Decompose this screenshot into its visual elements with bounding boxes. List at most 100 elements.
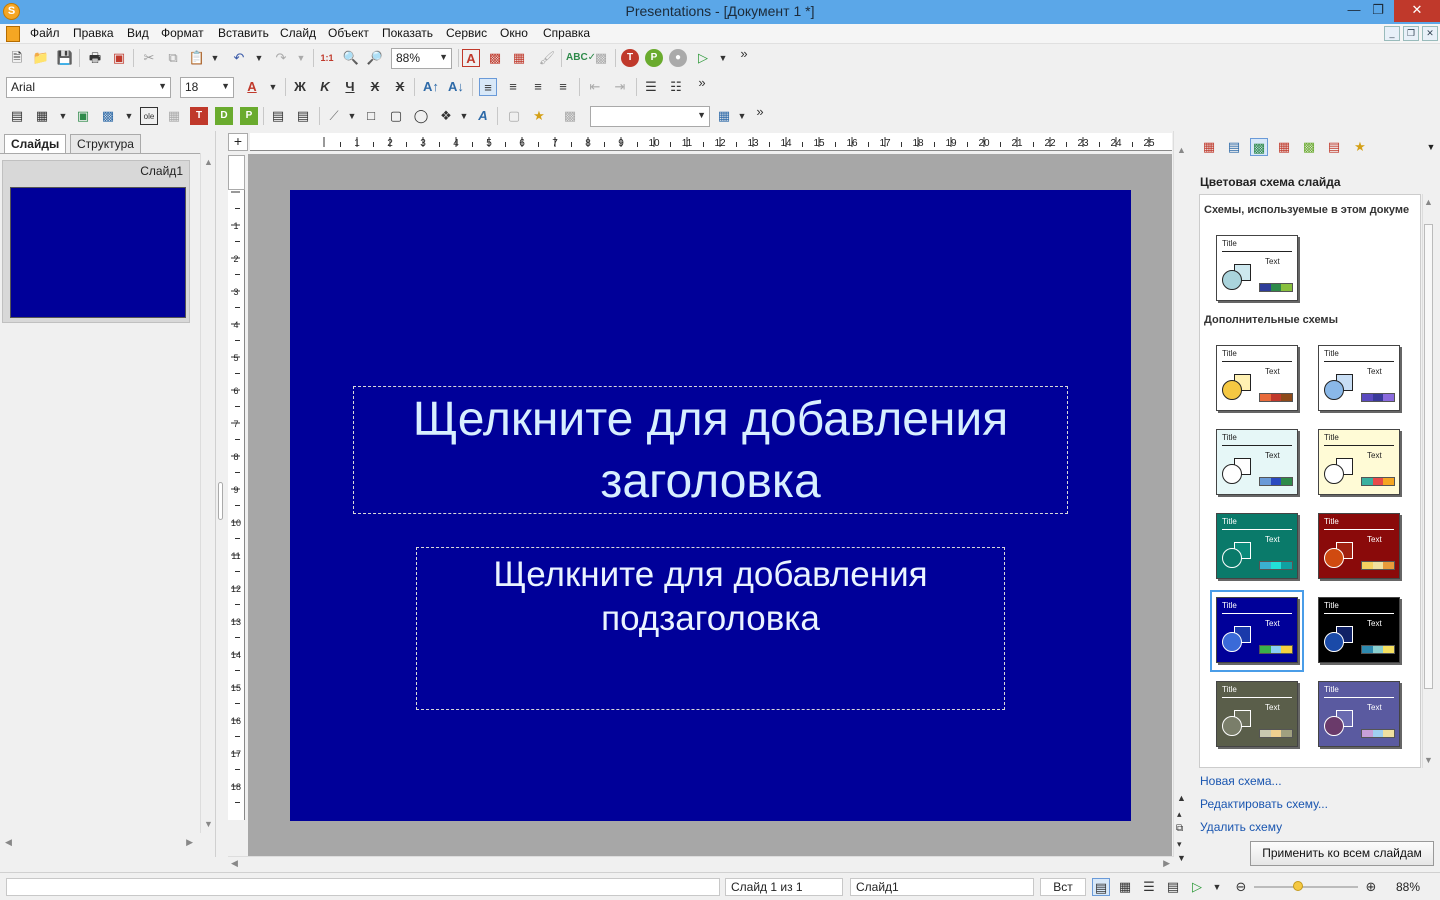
font-color-dropdown-icon[interactable]: ▼ [264, 78, 282, 96]
disabled-app-icon[interactable]: ● [669, 49, 687, 67]
table-dropdown-icon[interactable]: ▼ [54, 107, 72, 125]
toolbar-overflow-icon[interactable]: » [735, 45, 753, 63]
objects-mode-icon[interactable]: ▤ [8, 107, 26, 125]
document-icon[interactable] [6, 26, 20, 42]
export-pdf-icon[interactable]: ▣ [110, 49, 128, 67]
group-icon[interactable]: ▢ [505, 107, 523, 125]
autoshape-icon[interactable]: ❖ [437, 107, 455, 125]
doc-close-icon[interactable]: ✕ [1422, 26, 1438, 41]
menu-show[interactable]: Показать [382, 26, 433, 40]
start-slideshow-icon[interactable]: ▷ [694, 49, 712, 67]
double-strike-icon[interactable]: X [391, 78, 409, 96]
line-icon[interactable]: ⟋ [325, 107, 343, 125]
doc-minimize-icon[interactable]: _ [1384, 26, 1400, 41]
editor-vscroll[interactable]: ▲ ▲ ▴ ⧉ ▾ ▼ [1173, 131, 1189, 863]
zoom-slider-thumb[interactable] [1293, 881, 1303, 891]
menu-format[interactable]: Формат [161, 26, 204, 40]
left-splitter-handle[interactable] [218, 482, 223, 520]
justify-icon[interactable]: ≡ [554, 78, 572, 96]
editor-hscroll[interactable]: ◀ ▶ [228, 856, 1173, 870]
horizontal-ruler[interactable]: 1 2 3 4 5 6 7 8 9 10 11 12 13 14 15 16 17 18 19 20 21 22 23 24 2… [250, 133, 1172, 151]
copy-icon[interactable]: ⧉ [164, 49, 182, 67]
animation-sidebar-icon[interactable]: ★ [1351, 138, 1369, 156]
media-icon[interactable]: ▤ [269, 107, 287, 125]
textmaker-icon[interactable]: T [621, 49, 639, 67]
scroll-right-icon[interactable]: ▶ [186, 837, 193, 848]
color-scheme-swatch[interactable]: Title Text [1216, 597, 1298, 663]
last-slide-icon[interactable]: ▾ [1177, 839, 1182, 850]
color-scheme-icon[interactable]: ▩ [1250, 138, 1268, 156]
zoom-in-icon[interactable]: ⊕ [1362, 878, 1380, 896]
subtitle-placeholder[interactable]: Щелкните для добавления подзаголовка [416, 547, 1005, 710]
color-scheme-swatch[interactable]: Title Text [1216, 513, 1298, 579]
slide-layout-icon[interactable]: ▦ [1200, 138, 1218, 156]
edit-scheme-link[interactable]: Редактировать схему... [1200, 797, 1328, 811]
placeholder-icon[interactable]: ▦ [165, 107, 183, 125]
color-scheme-swatch[interactable]: Title Text [1216, 429, 1298, 495]
master-icon[interactable]: ▤ [1325, 138, 1343, 156]
tab-outline[interactable]: Структура [70, 134, 141, 153]
chart-object-icon[interactable]: ▩ [99, 107, 117, 125]
textmaker-object-icon[interactable]: T [190, 107, 208, 125]
bold-icon[interactable]: Ж [291, 78, 309, 96]
picture-icon[interactable]: ▣ [74, 107, 92, 125]
rectangle-icon[interactable]: □ [362, 107, 380, 125]
ruler-tab-stop[interactable] [228, 155, 245, 190]
scroll-up-icon[interactable]: ▲ [1424, 197, 1433, 207]
text-frame-icon[interactable]: A [462, 49, 480, 67]
menu-window[interactable]: Окно [500, 26, 528, 40]
page-number-icon[interactable]: 1:1 [318, 49, 336, 67]
vertical-ruler[interactable]: 1 2 3 4 5 6 7 8 9 10 11 12 13 14 15 16 17 18 [228, 190, 245, 820]
chart-dropdown-icon[interactable]: ▼ [120, 107, 138, 125]
transition-icon[interactable]: ▩ [1300, 138, 1318, 156]
zoom-out-icon[interactable]: ⊖ [1232, 878, 1250, 896]
thumbnail-scrollbar[interactable]: ▲ ▼ [200, 153, 215, 833]
strikethrough-icon[interactable]: X [366, 78, 384, 96]
print-icon[interactable]: 🖶 [86, 49, 104, 67]
menu-view[interactable]: Вид [127, 26, 149, 40]
format-painter-icon[interactable]: 🖌 [538, 49, 556, 67]
new-document-icon[interactable]: 🗎 [8, 49, 26, 67]
slide-thumbnail-card[interactable]: Слайд1 [2, 160, 190, 323]
tab-slides[interactable]: Слайды [4, 134, 67, 153]
italic-icon[interactable]: K [316, 78, 334, 96]
color-scheme-swatch[interactable]: Title Text [1318, 513, 1400, 579]
menu-edit[interactable]: Правка [73, 26, 114, 40]
color-scheme-swatch[interactable]: Title Text [1216, 235, 1298, 301]
animation-icon[interactable]: ★ [530, 107, 548, 125]
slide[interactable]: Щелкните для добавления заголовка Щелкни… [290, 190, 1131, 821]
color-scheme-swatch[interactable]: Title Text [1318, 597, 1400, 663]
color-scheme-swatch[interactable]: Title Text [1318, 345, 1400, 411]
underline-icon[interactable]: Ч [341, 78, 359, 96]
scroll-up-icon[interactable]: ▲ [1177, 145, 1186, 155]
zoom-tool-icon[interactable]: 🔍 [342, 49, 360, 67]
undo-dropdown-icon[interactable]: ▼ [250, 49, 268, 67]
close-window-button[interactable]: ✕ [1394, 0, 1440, 22]
frame-icon[interactable]: ▤ [294, 107, 312, 125]
font-size-dropdown[interactable]: 18 ▼ [180, 77, 234, 98]
align-left-icon[interactable]: ≡ [479, 78, 497, 96]
zoom-icon[interactable]: 🔎 [366, 49, 384, 67]
color-scheme-swatch[interactable]: Title Text [1318, 681, 1400, 747]
zoom-slider-track[interactable] [1254, 886, 1358, 888]
scroll-right-icon[interactable]: ▶ [1163, 858, 1170, 869]
menu-file[interactable]: Файл [30, 26, 60, 40]
grid-icon[interactable]: ▦ [715, 107, 733, 125]
object-overflow-icon[interactable]: » [751, 103, 769, 121]
undo-icon[interactable]: ↶ [230, 49, 248, 67]
scroll-down-icon[interactable]: ▼ [1424, 755, 1433, 765]
paste-dropdown-icon[interactable]: ▼ [206, 49, 224, 67]
redo-icon[interactable]: ↷ [272, 49, 290, 67]
ole-object-icon[interactable]: ole [140, 107, 158, 125]
insert-mode-indicator[interactable]: Вст [1040, 878, 1086, 896]
table-icon[interactable]: ▦ [33, 107, 51, 125]
notes-view-icon[interactable]: ▤ [1164, 878, 1182, 896]
sidebar-menu-chevron-icon[interactable]: ▼ [1422, 138, 1440, 156]
color-scheme-swatch[interactable]: Title Text [1216, 681, 1298, 747]
planmaker-object-icon[interactable]: D [215, 107, 233, 125]
scroll-thumb[interactable] [1424, 224, 1433, 689]
doc-restore-icon[interactable]: ❐ [1403, 26, 1419, 41]
planmaker-icon[interactable]: P [645, 49, 663, 67]
slide-browse-icon[interactable]: ⧉ [1176, 823, 1183, 834]
chart-icon[interactable]: ▩ [592, 49, 610, 67]
